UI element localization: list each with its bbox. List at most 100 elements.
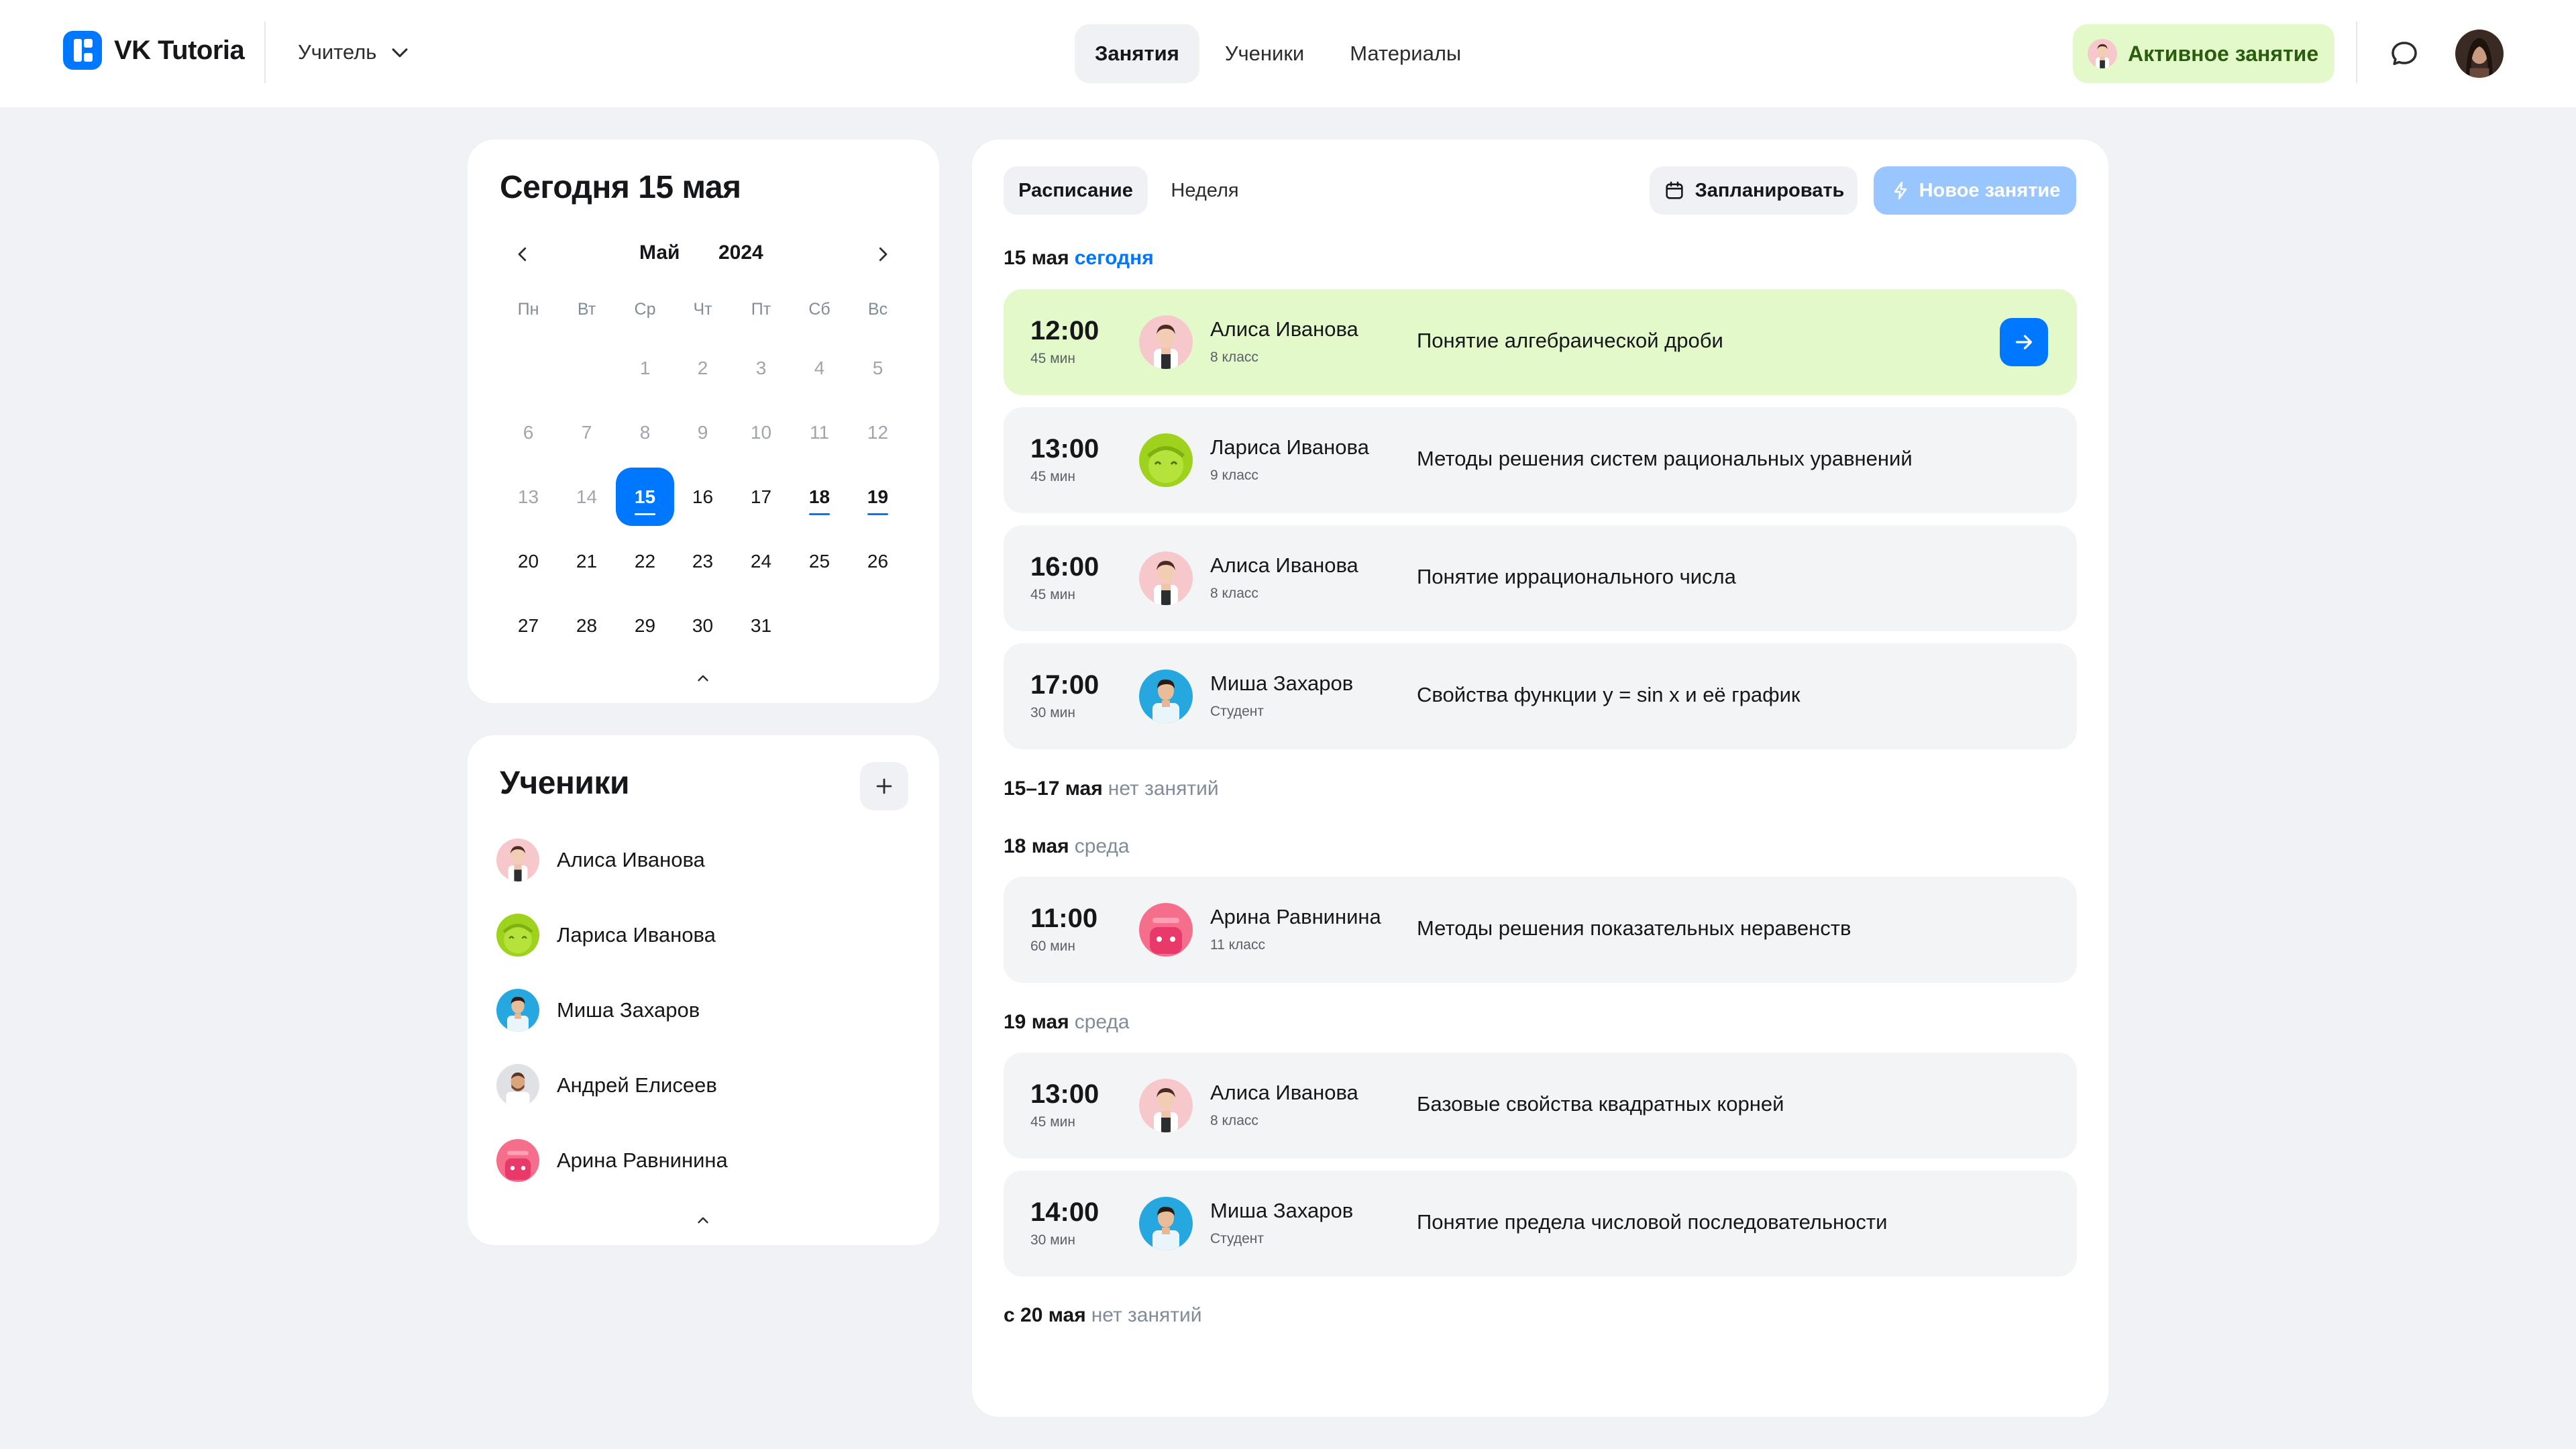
lesson-student-avatar — [1139, 903, 1193, 957]
new-lesson-button[interactable]: Новое занятие — [1874, 166, 2076, 215]
lesson-row[interactable]: 16:00 45 мин Алиса Иванова 8 класс Понятие и… — [1004, 525, 2077, 631]
collapse-students-button[interactable] — [684, 1207, 722, 1234]
calendar-day-19[interactable]: 19 — [849, 468, 907, 526]
calendar-day-18[interactable]: 18 — [790, 468, 849, 526]
calendar-day-28[interactable]: 28 — [557, 596, 616, 655]
lesson-duration: 45 мин — [1030, 351, 1075, 366]
join-lesson-button[interactable] — [2000, 318, 2048, 366]
date-label: 15–17 мая — [1004, 777, 1103, 800]
student-avatar — [496, 1064, 539, 1107]
lesson-row[interactable]: 13:00 45 мин Лариса Иванова 9 класс Методы р… — [1004, 407, 2077, 513]
calendar-day-24[interactable]: 24 — [732, 532, 790, 590]
calendar-day-8[interactable]: 8 — [616, 403, 674, 462]
top-bar: VK Tutoria Учитель Занятия Ученики Матер… — [0, 0, 2576, 107]
lesson-time: 17:00 — [1030, 670, 1099, 700]
messages-button[interactable] — [2385, 35, 2423, 72]
calendar-day-3[interactable]: 3 — [732, 339, 790, 397]
lesson-student-avatar — [1139, 315, 1193, 369]
year-selector[interactable]: 2024 — [718, 241, 763, 264]
nav-tab-materials[interactable]: Материалы — [1330, 24, 1481, 83]
calendar-day-23[interactable]: 23 — [674, 532, 732, 590]
lesson-avatar-wrap — [1139, 1197, 1193, 1254]
schedule-date-header: 19 мая среда — [1004, 1011, 1130, 1034]
app-logo[interactable]: VK Tutoria — [63, 31, 245, 70]
active-lesson-avatar — [2088, 39, 2117, 68]
active-lesson-label: Активное занятие — [2128, 41, 2319, 66]
weekday-label: Сб — [808, 300, 830, 319]
calendar-day-20[interactable]: 20 — [499, 532, 557, 590]
calendar-day-25[interactable]: 25 — [790, 532, 849, 590]
student-avatar — [496, 914, 539, 957]
calendar-day-5[interactable]: 5 — [849, 339, 907, 397]
student-list-item[interactable]: Лариса Иванова — [496, 914, 716, 957]
calendar-day-31[interactable]: 31 — [732, 596, 790, 655]
lesson-student-avatar — [1139, 1197, 1193, 1250]
plan-lesson-button[interactable]: Запланировать — [1650, 166, 1858, 215]
calendar-day-1[interactable]: 1 — [616, 339, 674, 397]
calendar-day-11[interactable]: 11 — [790, 403, 849, 462]
student-list-item[interactable]: Арина Равнинина — [496, 1139, 728, 1182]
lesson-duration: 60 мин — [1030, 938, 1075, 954]
arrow-right-icon — [2015, 335, 2033, 350]
date-label: 15 мая — [1004, 247, 1069, 269]
lesson-student-avatar — [1139, 669, 1193, 723]
calendar-day-21[interactable]: 21 — [557, 532, 616, 590]
collapse-calendar-button[interactable] — [684, 665, 722, 692]
weekday-label: Пт — [751, 300, 771, 319]
weekday-label: Ср — [634, 300, 656, 319]
calendar-day-9[interactable]: 9 — [674, 403, 732, 462]
lesson-time: 16:00 — [1030, 552, 1099, 582]
student-name: Алиса Иванова — [557, 848, 705, 871]
calendar-day-30[interactable]: 30 — [674, 596, 732, 655]
lesson-student-grade: 8 класс — [1210, 586, 1258, 601]
calendar-day-27[interactable]: 27 — [499, 596, 557, 655]
month-selector[interactable]: Май — [639, 241, 680, 264]
tab-schedule[interactable]: Расписание — [1004, 166, 1148, 215]
lesson-topic: Базовые свойства квадратных корней — [1417, 1092, 1784, 1116]
lesson-row[interactable]: 17:00 30 мин Миша Захаров Студент Свойства ф… — [1004, 643, 2077, 749]
chevron-left-icon — [518, 247, 527, 262]
calendar-day-16[interactable]: 16 — [674, 468, 732, 526]
calendar-day-14[interactable]: 14 — [557, 468, 616, 526]
lesson-row-current[interactable]: 12:00 45 мин Алиса Иванова 8 класс Понятие а… — [1004, 289, 2077, 395]
lesson-avatar-wrap — [1139, 315, 1193, 372]
role-selector[interactable]: Учитель — [298, 35, 411, 70]
lesson-avatar-wrap — [1139, 433, 1193, 490]
add-student-button[interactable] — [860, 762, 908, 810]
calendar-day-4[interactable]: 4 — [790, 339, 849, 397]
calendar-day-10[interactable]: 10 — [732, 403, 790, 462]
lesson-time: 14:00 — [1030, 1197, 1099, 1227]
calendar-day-7[interactable]: 7 — [557, 403, 616, 462]
date-label: 19 мая — [1004, 1011, 1069, 1033]
calendar-day-29[interactable]: 29 — [616, 596, 674, 655]
calendar-day-17[interactable]: 17 — [732, 468, 790, 526]
student-list-item[interactable]: Андрей Елисеев — [496, 1064, 717, 1107]
lesson-row[interactable]: 13:00 45 мин Алиса Иванова 8 класс Базовые с… — [1004, 1053, 2077, 1159]
calendar-day-15[interactable]: 15 — [616, 468, 674, 526]
active-lesson-button[interactable]: Активное занятие — [2073, 24, 2334, 83]
calendar-day-6[interactable]: 6 — [499, 403, 557, 462]
nav-tab-lessons[interactable]: Занятия — [1075, 24, 1199, 83]
calendar-day-12[interactable]: 12 — [849, 403, 907, 462]
date-suffix: сегодня — [1074, 247, 1154, 269]
student-name: Арина Равнинина — [557, 1148, 728, 1172]
lesson-row[interactable]: 11:00 60 мин Арина Равнинина 11 класс Методы… — [1004, 877, 2077, 983]
student-list-item[interactable]: Алиса Иванова — [496, 839, 705, 881]
calendar-day-26[interactable]: 26 — [849, 532, 907, 590]
lesson-student-grade: 8 класс — [1210, 1113, 1258, 1128]
nav-tab-students[interactable]: Ученики — [1205, 24, 1324, 83]
calendar-day-13[interactable]: 13 — [499, 468, 557, 526]
calendar-day-22[interactable]: 22 — [616, 532, 674, 590]
lesson-row[interactable]: 14:00 30 мин Миша Захаров Студент Понятие пр… — [1004, 1171, 2077, 1277]
lesson-student-grade: Студент — [1210, 1231, 1264, 1246]
calendar-day-2[interactable]: 2 — [674, 339, 732, 397]
student-list-item[interactable]: Миша Захаров — [496, 989, 700, 1032]
next-month-button[interactable] — [864, 235, 902, 273]
lesson-topic: Методы решения систем рациональных уравн… — [1417, 447, 1913, 470]
profile-avatar[interactable] — [2455, 30, 2504, 78]
tab-week[interactable]: Неделя — [1155, 166, 1255, 215]
app-name: VK Tutoria — [114, 35, 245, 65]
schedule-date-header: 15 мая сегодня — [1004, 247, 1154, 270]
lesson-topic: Понятие алгебраической дроби — [1417, 329, 1723, 352]
prev-month-button[interactable] — [504, 235, 541, 273]
